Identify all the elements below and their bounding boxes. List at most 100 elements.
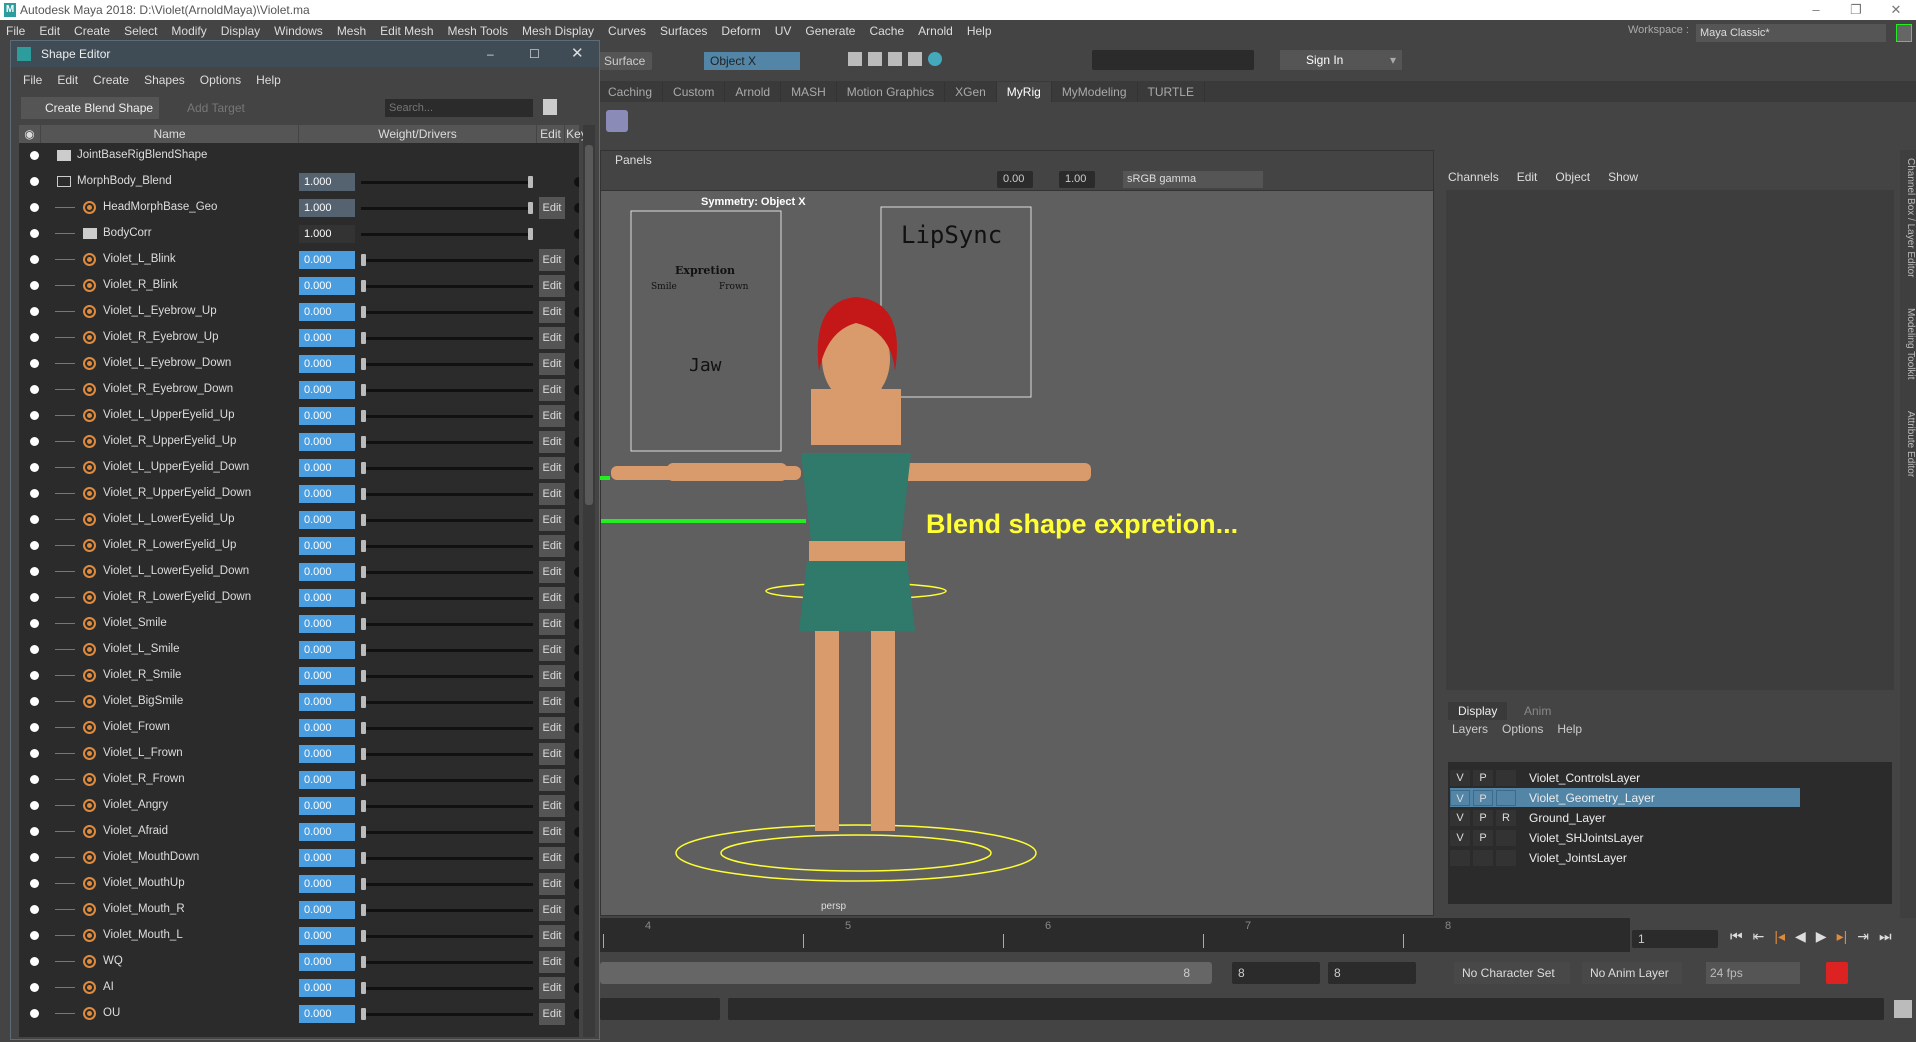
shape-row[interactable]: Violet_R_LowerEyelid_Down 0.000 Edit xyxy=(19,585,579,611)
weight-slider[interactable] xyxy=(361,878,533,890)
shape-row[interactable]: Violet_R_LowerEyelid_Up 0.000 Edit xyxy=(19,533,579,559)
shape-row[interactable]: Violet_L_Smile 0.000 Edit xyxy=(19,637,579,663)
weight-slider[interactable] xyxy=(361,1008,533,1020)
range-bar[interactable]: 8 xyxy=(600,962,1212,984)
layer-playback-toggle[interactable] xyxy=(1473,849,1493,866)
weight-field[interactable]: 0.000 xyxy=(299,927,355,945)
visibility-toggle[interactable] xyxy=(30,385,39,394)
shape-menu-shapes[interactable]: Shapes xyxy=(144,73,185,87)
weight-field[interactable]: 0.000 xyxy=(299,537,355,555)
slider-handle[interactable] xyxy=(361,644,366,656)
shape-row[interactable]: Violet_L_Frown 0.000 Edit xyxy=(19,741,579,767)
weight-field[interactable]: 0.000 xyxy=(299,303,355,321)
menuset-dropdown[interactable]: Surface xyxy=(598,52,652,70)
slider-handle[interactable] xyxy=(361,254,366,266)
layer-playback-toggle[interactable]: P xyxy=(1473,829,1493,846)
slider-handle[interactable] xyxy=(361,982,366,994)
layer-visibility-toggle[interactable]: V xyxy=(1450,829,1470,846)
edit-button[interactable]: Edit xyxy=(539,1003,565,1025)
visibility-toggle[interactable] xyxy=(30,463,39,472)
weight-field[interactable]: 0.000 xyxy=(299,329,355,347)
shape-row[interactable]: Violet_Afraid 0.000 Edit xyxy=(19,819,579,845)
edit-button[interactable]: Edit xyxy=(539,613,565,635)
key-button[interactable] xyxy=(574,697,579,707)
key-button[interactable] xyxy=(574,567,579,577)
slider-handle[interactable] xyxy=(361,1008,366,1020)
menu-create[interactable]: Create xyxy=(74,24,110,38)
menu-arnold[interactable]: Arnold xyxy=(918,24,953,38)
slider-handle[interactable] xyxy=(528,228,533,240)
key-button[interactable] xyxy=(574,437,579,447)
shelf-tab-custom[interactable]: Custom xyxy=(663,82,726,102)
create-blend-shape-button[interactable]: Create Blend Shape xyxy=(21,97,159,119)
go-to-end-icon[interactable]: ⏭ xyxy=(1879,928,1892,945)
weight-slider[interactable] xyxy=(361,462,533,474)
weight-field[interactable]: 0.000 xyxy=(299,823,355,841)
weight-slider[interactable] xyxy=(361,618,533,630)
key-button[interactable] xyxy=(574,619,579,629)
current-frame-field[interactable]: 1 xyxy=(1632,930,1718,948)
shape-row[interactable]: OU 0.000 Edit xyxy=(19,1001,579,1027)
key-button[interactable] xyxy=(574,645,579,655)
slider-handle[interactable] xyxy=(528,202,533,214)
shape-editor-title-bar[interactable]: Shape Editor – ☐ ✕ xyxy=(11,41,599,67)
quick-input-field[interactable] xyxy=(1092,50,1254,70)
shape-row[interactable]: HeadMorphBase_Geo 1.000 Edit xyxy=(19,195,579,221)
slider-handle[interactable] xyxy=(361,514,366,526)
weight-field[interactable]: 0.000 xyxy=(299,901,355,919)
channel-menu-channels[interactable]: Channels xyxy=(1448,170,1499,184)
key-button[interactable] xyxy=(574,411,579,421)
weight-slider[interactable] xyxy=(361,514,533,526)
key-button[interactable] xyxy=(574,775,579,785)
slider-handle[interactable] xyxy=(361,280,366,292)
visibility-toggle[interactable] xyxy=(30,931,39,940)
step-forward-icon[interactable]: ▸| xyxy=(1837,928,1848,945)
key-button[interactable] xyxy=(574,801,579,811)
visibility-toggle[interactable] xyxy=(30,801,39,810)
visibility-toggle[interactable] xyxy=(30,879,39,888)
layer-display-type-toggle[interactable] xyxy=(1496,829,1516,846)
edit-button[interactable]: Edit xyxy=(539,769,565,791)
range-end-field[interactable]: 8 xyxy=(1328,962,1416,984)
layer-display-type-toggle[interactable] xyxy=(1496,769,1516,786)
shape-row[interactable]: WQ 0.000 Edit xyxy=(19,949,579,975)
channel-box-area[interactable] xyxy=(1446,190,1894,690)
weight-slider[interactable] xyxy=(361,930,533,942)
auto-key-icon[interactable] xyxy=(1826,962,1848,984)
visibility-toggle[interactable] xyxy=(30,749,39,758)
layer-playback-toggle[interactable]: P xyxy=(1473,809,1493,826)
weight-slider[interactable] xyxy=(361,982,533,994)
weight-slider[interactable] xyxy=(361,488,533,500)
mel-input[interactable] xyxy=(600,998,720,1020)
viewport-persp[interactable]: Panels 0.00 1.00 sRGB gamma Expretion Sm… xyxy=(600,150,1434,916)
visibility-toggle[interactable] xyxy=(30,333,39,342)
weight-field[interactable]: 0.000 xyxy=(299,953,355,971)
menu-deform[interactable]: Deform xyxy=(721,24,760,38)
weight-field[interactable]: 0.000 xyxy=(299,511,355,529)
tab-modeling-toolkit[interactable]: Modeling Toolkit xyxy=(1905,288,1916,400)
weight-slider[interactable] xyxy=(361,384,533,396)
edit-button[interactable]: Edit xyxy=(539,691,565,713)
shape-row[interactable]: Violet_L_LowerEyelid_Down 0.000 Edit xyxy=(19,559,579,585)
edit-button[interactable]: Edit xyxy=(539,587,565,609)
weight-field[interactable]: 0.000 xyxy=(299,251,355,269)
shelf-tab-xgen[interactable]: XGen xyxy=(945,82,997,102)
visibility-toggle[interactable] xyxy=(30,619,39,628)
weight-field[interactable]: 0.000 xyxy=(299,979,355,997)
weight-slider[interactable] xyxy=(361,696,533,708)
visibility-toggle[interactable] xyxy=(30,853,39,862)
key-button[interactable] xyxy=(574,827,579,837)
key-button[interactable] xyxy=(574,723,579,733)
menu-cache[interactable]: Cache xyxy=(869,24,904,38)
menu-modify[interactable]: Modify xyxy=(171,24,206,38)
visibility-toggle[interactable] xyxy=(30,593,39,602)
weight-field[interactable]: 0.000 xyxy=(299,641,355,659)
shape-menu-help[interactable]: Help xyxy=(256,73,281,87)
edit-button[interactable]: Edit xyxy=(539,249,565,271)
weight-slider[interactable] xyxy=(361,202,533,214)
shelf-tab-turtle[interactable]: TURTLE xyxy=(1138,82,1205,102)
key-button[interactable] xyxy=(574,489,579,499)
shape-row[interactable]: Violet_R_Eyebrow_Up 0.000 Edit xyxy=(19,325,579,351)
shelf-tab-motion-graphics[interactable]: Motion Graphics xyxy=(837,82,946,102)
slider-handle[interactable] xyxy=(361,488,366,500)
